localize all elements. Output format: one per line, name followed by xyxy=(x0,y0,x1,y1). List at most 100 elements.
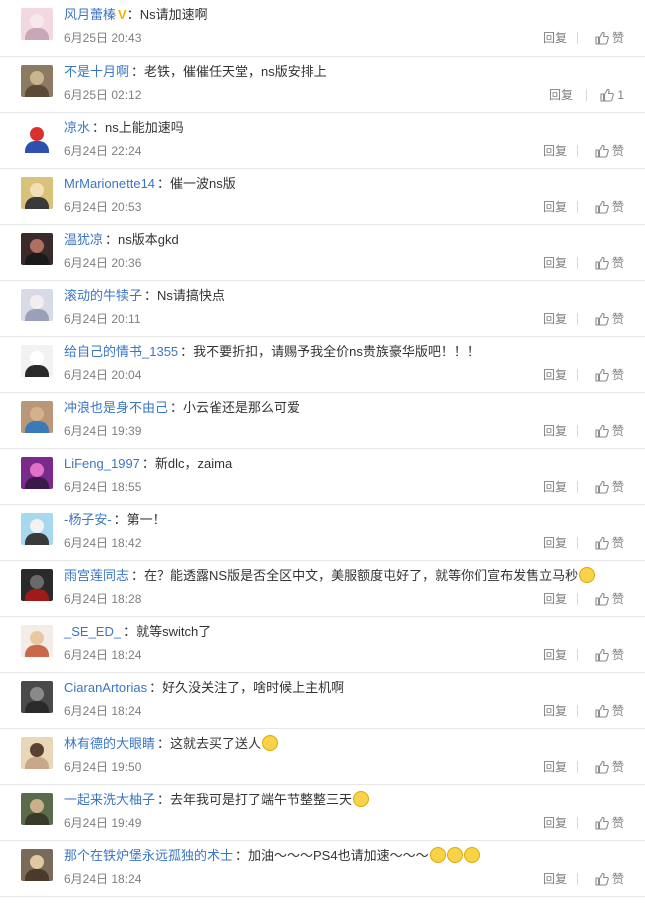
avatar[interactable] xyxy=(21,233,53,265)
like-button[interactable]: 赞 xyxy=(595,479,624,495)
reply-button[interactable]: 回复 xyxy=(543,871,567,887)
comment-username[interactable]: _SE_ED_ xyxy=(64,624,121,639)
thumbs-up-icon xyxy=(600,88,617,102)
like-button[interactable]: 赞 xyxy=(595,255,624,271)
comment-item: 温犹凉 ：ns版本gkd 6月24日 20:36 回复 赞 xyxy=(0,225,645,281)
avatar-face xyxy=(30,743,44,757)
avatar[interactable] xyxy=(21,401,53,433)
avatar-face xyxy=(30,127,44,141)
like-button[interactable]: 赞 xyxy=(595,423,624,439)
like-button[interactable]: 赞 xyxy=(595,199,624,215)
comment-text: ：好久没关注了，啥时候上主机啊 xyxy=(149,680,345,695)
reply-button[interactable]: 回复 xyxy=(543,479,567,495)
avatar[interactable] xyxy=(21,569,53,601)
avatar[interactable] xyxy=(21,457,53,489)
comment-username[interactable]: 冲浪也是身不由己 xyxy=(64,400,168,415)
avatar-body xyxy=(25,197,49,209)
reply-button[interactable]: 回复 xyxy=(543,759,567,775)
like-label: 赞 xyxy=(611,536,624,550)
comment-text: ：就等switch了 xyxy=(123,624,212,639)
comment-username[interactable]: 一起来洗大柚子 xyxy=(64,792,155,807)
comment-username[interactable]: 温犹凉 xyxy=(64,232,103,247)
thumbs-up-icon xyxy=(595,536,612,550)
comment-text: ：ns上能加速吗 xyxy=(92,120,184,135)
avatar-body xyxy=(25,701,49,713)
thumbs-up-icon xyxy=(595,256,612,270)
comment-username[interactable]: 滚动的牛犊子 xyxy=(64,288,142,303)
avatar-face xyxy=(30,463,44,477)
avatar[interactable] xyxy=(21,513,53,545)
avatar[interactable] xyxy=(21,65,53,97)
like-button[interactable]: 1 xyxy=(600,87,624,103)
action-divider xyxy=(577,481,578,493)
reply-button[interactable]: 回复 xyxy=(543,591,567,607)
comment-username[interactable]: 不是十月啊 xyxy=(64,64,129,79)
comment-username[interactable]: 风月蕾榛 xyxy=(64,7,116,22)
like-button[interactable]: 赞 xyxy=(595,703,624,719)
like-button[interactable]: 赞 xyxy=(595,311,624,327)
comment-content: MrMarionette14 ：催一波ns版 xyxy=(64,175,635,193)
reply-button[interactable]: 回复 xyxy=(543,423,567,439)
avatar[interactable] xyxy=(21,345,53,377)
reply-button[interactable]: 回复 xyxy=(543,311,567,327)
comment-time: 6月24日 18:55 xyxy=(64,480,142,494)
reply-button[interactable]: 回复 xyxy=(543,199,567,215)
comment-username[interactable]: 凉水 xyxy=(64,120,90,135)
action-divider xyxy=(577,817,578,829)
like-button[interactable]: 赞 xyxy=(595,143,624,159)
smile-emoji-icon xyxy=(353,791,370,807)
like-button[interactable]: 赞 xyxy=(595,815,624,831)
avatar[interactable] xyxy=(21,849,53,881)
avatar-face xyxy=(30,183,44,197)
comment-username[interactable]: CiaranArtorias xyxy=(64,680,147,695)
comment-text: ：老铁，催催任天堂，ns版安排上 xyxy=(131,64,327,79)
comment-username[interactable]: MrMarionette14 xyxy=(64,176,155,191)
smile-emoji-icon xyxy=(262,735,279,751)
thumbs-up-icon xyxy=(595,424,612,438)
comment-username[interactable]: 林有德的大眼睛 xyxy=(64,736,155,751)
comment-content: 温犹凉 ：ns版本gkd xyxy=(64,231,635,249)
comment-username[interactable]: 雨宫莲同志 xyxy=(64,568,129,583)
avatar[interactable] xyxy=(21,625,53,657)
like-label: 赞 xyxy=(611,31,624,45)
like-button[interactable]: 赞 xyxy=(595,30,624,46)
avatar-body xyxy=(25,253,49,265)
comment-content: 凉水 ：ns上能加速吗 xyxy=(64,119,635,137)
avatar[interactable] xyxy=(21,793,53,825)
reply-button[interactable]: 回复 xyxy=(549,87,573,103)
avatar[interactable] xyxy=(21,681,53,713)
reply-button[interactable]: 回复 xyxy=(543,703,567,719)
reply-button[interactable]: 回复 xyxy=(543,255,567,271)
comment-username[interactable]: LiFeng_1997 xyxy=(64,456,140,471)
avatar[interactable] xyxy=(21,8,53,40)
reply-button[interactable]: 回复 xyxy=(543,815,567,831)
reply-button[interactable]: 回复 xyxy=(543,367,567,383)
reply-button[interactable]: 回复 xyxy=(543,143,567,159)
like-button[interactable]: 赞 xyxy=(595,367,624,383)
like-label: 赞 xyxy=(611,312,624,326)
like-label: 赞 xyxy=(611,760,624,774)
comment-username[interactable]: 给自己的情书_1355 xyxy=(64,344,178,359)
smile-emoji-icon xyxy=(446,847,463,863)
avatar[interactable] xyxy=(21,121,53,153)
comment-username[interactable]: 那个在铁炉堡永远孤独的术士 xyxy=(64,848,233,863)
comment-username[interactable]: -杨子安- xyxy=(64,512,112,527)
like-label: 赞 xyxy=(611,144,624,158)
like-button[interactable]: 赞 xyxy=(595,535,624,551)
like-button[interactable]: 赞 xyxy=(595,591,624,607)
avatar[interactable] xyxy=(21,737,53,769)
avatar[interactable] xyxy=(21,177,53,209)
reply-button[interactable]: 回复 xyxy=(543,30,567,46)
action-divider xyxy=(577,649,578,661)
comment-text: ：在？能透露NS版是否全区中文，美服额度屯好了，就等你们宣布发售立马秒 xyxy=(131,568,579,583)
comment-content: 雨宫莲同志 ：在？能透露NS版是否全区中文，美服额度屯好了，就等你们宣布发售立马秒 xyxy=(64,567,635,585)
thumbs-up-icon xyxy=(595,144,612,158)
like-button[interactable]: 赞 xyxy=(595,647,624,663)
comment-time: 6月24日 19:39 xyxy=(64,424,142,438)
reply-button[interactable]: 回复 xyxy=(543,647,567,663)
reply-button[interactable]: 回复 xyxy=(543,535,567,551)
avatar[interactable] xyxy=(21,289,53,321)
like-button[interactable]: 赞 xyxy=(595,759,624,775)
like-button[interactable]: 赞 xyxy=(595,871,624,887)
avatar-face xyxy=(30,71,44,85)
